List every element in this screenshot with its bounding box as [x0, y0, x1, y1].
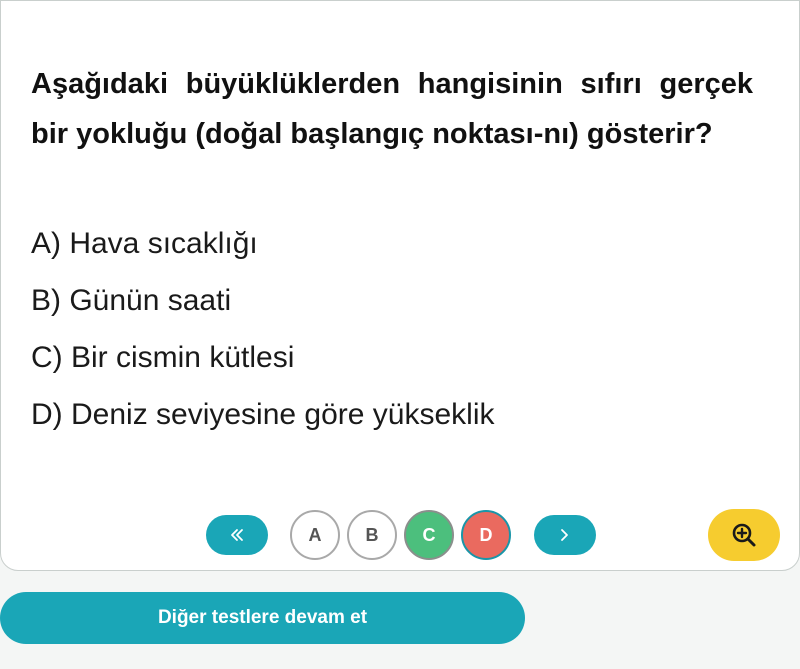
choice-b-button[interactable]: B — [347, 510, 397, 560]
choice-a-button[interactable]: A — [290, 510, 340, 560]
previous-question-button[interactable] — [206, 515, 268, 555]
option-d: D) Deniz seviyesine göre yükseklik — [31, 398, 495, 431]
options-list: A) Hava sıcaklığı B) Günün saati C) Bir … — [31, 221, 771, 449]
choice-d-button[interactable]: D — [461, 510, 511, 560]
next-question-button[interactable] — [534, 515, 596, 555]
zoom-in-icon — [732, 523, 756, 547]
choice-c-button[interactable]: C — [404, 510, 454, 560]
chevron-right-icon — [561, 529, 568, 541]
option-b: B) Günün saati — [31, 284, 232, 317]
option-c: C) Bir cismin kütlesi — [31, 341, 295, 374]
continue-tests-button[interactable]: Diğer testlere devam et — [0, 592, 525, 644]
question-text: Aşağıdaki büyüklüklerden hangisinin sıfı… — [31, 68, 753, 150]
zoom-button[interactable] — [708, 509, 780, 561]
double-chevron-left-icon — [231, 529, 243, 541]
option-a: A) Hava sıcaklığı — [31, 227, 258, 260]
question-card: Aşağıdaki büyüklüklerden hangisinin sıfı… — [0, 0, 800, 571]
